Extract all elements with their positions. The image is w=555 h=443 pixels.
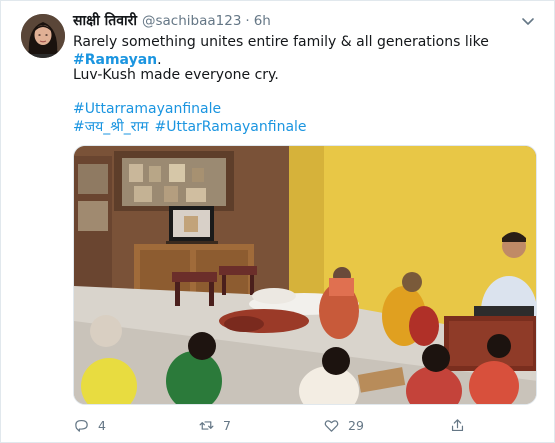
hashtag-uttarramayanfinale-2[interactable]: #UttarRamayanfinale — [155, 119, 307, 135]
tweet-text-line1: Rarely something unites entire family & … — [73, 33, 543, 69]
like-button[interactable]: 29 — [323, 417, 364, 434]
share-button[interactable] — [449, 417, 466, 434]
share-icon — [451, 418, 464, 431]
hashtag-line2: #जय_श्री_राम #UttarRamayanfinale — [73, 118, 543, 136]
retweet-button[interactable]: 7 — [198, 417, 231, 434]
tweet-actions: 4 7 29 — [73, 415, 537, 435]
user-handle[interactable]: @sachibaa123 — [142, 13, 241, 29]
display-name[interactable]: साक्षी तिवारी — [73, 11, 137, 30]
tweet-text: Rarely something unites entire family & … — [73, 34, 489, 50]
timestamp[interactable]: 6h — [254, 13, 271, 29]
reply-icon — [75, 419, 88, 432]
reply-button[interactable]: 4 — [73, 417, 106, 434]
chevron-down-icon[interactable] — [520, 13, 536, 29]
avatar[interactable] — [21, 14, 65, 58]
tweet-photo[interactable] — [73, 145, 537, 405]
tweet-text-line2: Luv-Kush made everyone cry. — [73, 67, 279, 83]
hashtag-uttarramayanfinale[interactable]: #Uttarramayanfinale — [73, 101, 221, 117]
retweet-count: 7 — [223, 417, 231, 433]
hashtag-jai-shri-ram[interactable]: #जय_श्री_राम — [73, 119, 149, 135]
retweet-icon — [199, 420, 214, 430]
like-count: 29 — [348, 417, 364, 433]
reply-count: 4 — [98, 417, 106, 433]
tweet-card: साक्षी तिवारी @sachibaa123 · 6h Rarely s… — [0, 0, 555, 443]
heart-icon — [324, 419, 339, 432]
tweet-header: साक्षी तिवारी @sachibaa123 · 6h — [73, 11, 271, 31]
hashtag-line1: #Uttarramayanfinale — [73, 100, 543, 118]
separator-dot: · — [245, 13, 250, 29]
